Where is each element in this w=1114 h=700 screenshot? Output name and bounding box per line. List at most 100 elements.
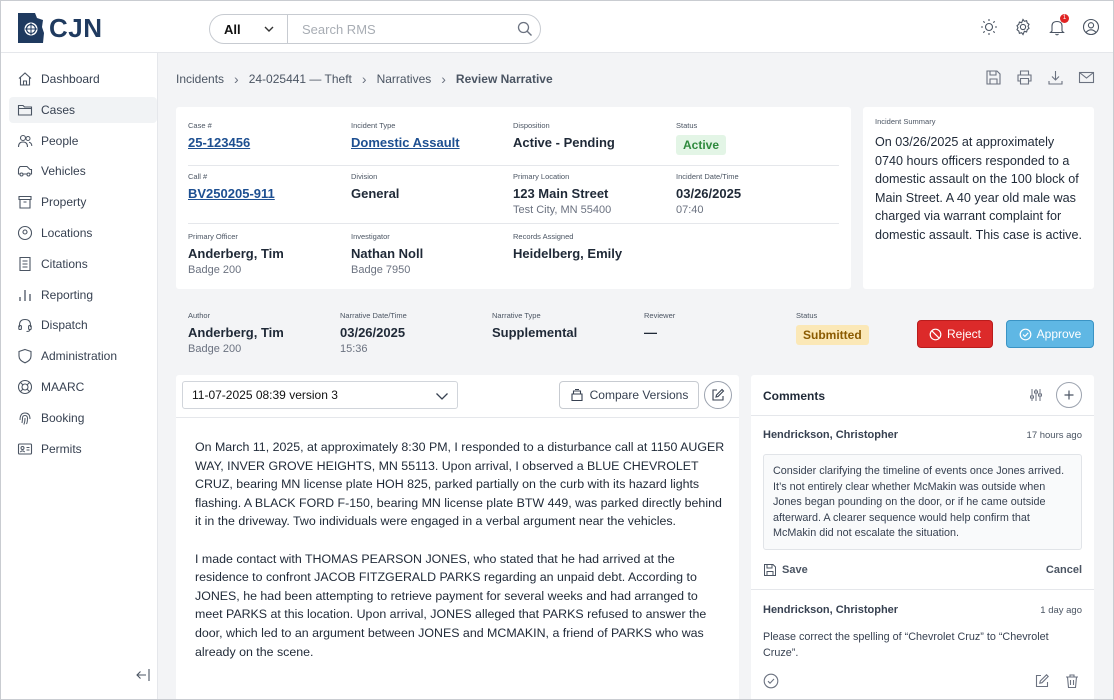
save-comment-button[interactable]: Save bbox=[763, 563, 808, 577]
call-number-field: Call # BV250205-911 bbox=[188, 172, 275, 201]
version-select[interactable]: 11-07-2025 08:39 version 3 bbox=[182, 381, 458, 409]
incident-type-link[interactable]: Domestic Assault bbox=[351, 135, 460, 150]
compare-icon bbox=[571, 388, 583, 402]
shield-icon bbox=[18, 348, 32, 364]
sidebar-item-citations[interactable]: Citations bbox=[9, 251, 157, 277]
narrative-time-value: 15:36 bbox=[340, 343, 368, 355]
resolve-check-icon[interactable] bbox=[763, 673, 779, 689]
reject-button[interactable]: Reject bbox=[917, 320, 993, 348]
breadcrumb-narratives[interactable]: Narratives bbox=[377, 72, 432, 86]
sidebar-item-reporting[interactable]: Reporting bbox=[9, 282, 157, 308]
chevron-right-icon: › bbox=[234, 71, 239, 87]
download-icon[interactable] bbox=[1047, 69, 1064, 86]
app-logo[interactable]: CJN bbox=[15, 11, 103, 45]
disposition-label: Disposition bbox=[513, 121, 550, 130]
theme-toggle-sun-icon[interactable] bbox=[979, 17, 999, 37]
add-comment-button[interactable] bbox=[1056, 382, 1082, 408]
gear-icon[interactable] bbox=[1013, 17, 1033, 37]
incident-summary-card: Incident Summary On 03/26/2025 at approx… bbox=[863, 107, 1094, 289]
search-bar: All bbox=[209, 14, 541, 44]
filter-sliders-icon[interactable] bbox=[1028, 387, 1044, 403]
sidebar-item-vehicles[interactable]: Vehicles bbox=[9, 158, 157, 184]
comment-time: 1 day ago bbox=[1040, 605, 1082, 616]
primary-officer-label: Primary Officer bbox=[188, 232, 238, 241]
cancel-comment-button[interactable]: Cancel bbox=[1046, 564, 1082, 576]
sidebar-item-locations[interactable]: Locations bbox=[9, 220, 157, 246]
sidebar-item-label: Permits bbox=[41, 442, 82, 456]
sidebar-item-dashboard[interactable]: Dashboard bbox=[9, 66, 157, 92]
case-number-link[interactable]: 25-123456 bbox=[188, 135, 250, 150]
sidebar-item-label: Booking bbox=[41, 411, 85, 425]
search-input[interactable] bbox=[288, 15, 510, 43]
author-value: Anderberg, Tim bbox=[188, 325, 284, 340]
sidebar-item-maarc[interactable]: MAARC bbox=[9, 374, 157, 400]
sidebar-item-cases[interactable]: Cases bbox=[9, 97, 157, 123]
user-avatar-icon[interactable] bbox=[1081, 17, 1101, 37]
author-field: Author Anderberg, Tim Badge 200 bbox=[188, 311, 284, 355]
search-icon[interactable] bbox=[510, 21, 540, 37]
primary-officer-field: Primary Officer Anderberg, Tim Badge 200 bbox=[188, 232, 284, 276]
notification-count-badge: 1 bbox=[1060, 14, 1069, 23]
divider bbox=[188, 165, 839, 166]
app-logo-text: CJN bbox=[49, 12, 103, 43]
incident-type-label: Incident Type bbox=[351, 121, 396, 130]
approve-button[interactable]: Approve bbox=[1006, 320, 1094, 348]
sidebar-item-booking[interactable]: Booking bbox=[9, 405, 157, 431]
comment-author: Hendrickson, Christopher bbox=[763, 429, 899, 441]
sidebar-item-administration[interactable]: Administration bbox=[9, 343, 157, 369]
compare-versions-button[interactable]: Compare Versions bbox=[559, 381, 699, 409]
breadcrumb-incident[interactable]: 24-025441 — Theft bbox=[249, 72, 352, 86]
sidebar: Dashboard Cases People Vehicles Property… bbox=[1, 53, 158, 699]
chevron-right-icon: › bbox=[361, 71, 367, 87]
trash-icon[interactable] bbox=[1064, 673, 1080, 689]
ban-icon bbox=[929, 328, 942, 340]
sidebar-item-people[interactable]: People bbox=[9, 128, 157, 154]
headset-icon bbox=[18, 318, 32, 332]
reviewer-field: Reviewer — bbox=[644, 311, 675, 340]
collapse-sidebar-icon[interactable] bbox=[135, 667, 151, 686]
sidebar-item-dispatch[interactable]: Dispatch bbox=[9, 312, 157, 338]
edit-icon[interactable] bbox=[1034, 673, 1050, 689]
chevron-down-icon bbox=[436, 393, 448, 400]
sidebar-item-permits[interactable]: Permits bbox=[9, 436, 157, 462]
narrative-card: 11-07-2025 08:39 version 3 Compare Versi… bbox=[176, 375, 739, 699]
save-comment-label: Save bbox=[782, 564, 808, 576]
id-card-icon bbox=[17, 443, 33, 455]
save-icon[interactable] bbox=[985, 69, 1002, 86]
records-assigned-label: Records Assigned bbox=[513, 232, 574, 241]
narrative-paragraph: On March 11, 2025, at approximately 8:30… bbox=[195, 440, 725, 529]
comments-panel: Comments Hendrickson, Christopher 17 hou… bbox=[751, 375, 1094, 699]
call-number-link[interactable]: BV250205-911 bbox=[188, 186, 275, 201]
comment-text: Please correct the spelling of “Chevrole… bbox=[763, 631, 1049, 659]
primary-location-field: Primary Location 123 Main Street Test Ci… bbox=[513, 172, 611, 216]
narrative-datetime-label: Narrative Date/Time bbox=[340, 311, 407, 320]
comment-author: Hendrickson, Christopher bbox=[763, 604, 899, 616]
search-scope-select[interactable]: All bbox=[210, 15, 288, 43]
version-select-value: 11-07-2025 08:39 version 3 bbox=[192, 388, 338, 402]
comment-edit-textarea[interactable]: Consider clarifying the timeline of even… bbox=[763, 454, 1082, 550]
sidebar-item-label: Property bbox=[41, 195, 87, 209]
reviewer-value: — bbox=[644, 325, 657, 340]
narrative-status-label: Status bbox=[796, 311, 818, 320]
compare-versions-label: Compare Versions bbox=[589, 388, 689, 402]
people-icon bbox=[17, 134, 33, 148]
author-label: Author bbox=[188, 311, 211, 320]
narrative-type-label: Narrative Type bbox=[492, 311, 541, 320]
mail-icon[interactable] bbox=[1078, 69, 1095, 86]
sidebar-item-property[interactable]: Property bbox=[9, 189, 157, 215]
print-icon[interactable] bbox=[1016, 69, 1033, 86]
case-number-field: Case # 25-123456 bbox=[188, 121, 250, 150]
notifications-bell-icon[interactable]: 1 bbox=[1047, 14, 1069, 37]
reviewer-label: Reviewer bbox=[644, 311, 676, 320]
breadcrumb-incidents[interactable]: Incidents bbox=[176, 72, 224, 86]
location-pin-icon bbox=[17, 225, 33, 241]
fingerprint-icon bbox=[19, 412, 31, 425]
archive-icon bbox=[18, 195, 32, 209]
sidebar-item-label: People bbox=[41, 134, 79, 148]
division-label: Division bbox=[351, 172, 378, 181]
disposition-field: Disposition Active - Pending bbox=[513, 121, 615, 150]
author-badge: Badge 200 bbox=[188, 343, 242, 355]
edit-narrative-button[interactable] bbox=[704, 381, 732, 409]
incident-summary-text: On 03/26/2025 at approximately 0740 hour… bbox=[875, 135, 1082, 242]
status-label: Status bbox=[676, 121, 698, 130]
